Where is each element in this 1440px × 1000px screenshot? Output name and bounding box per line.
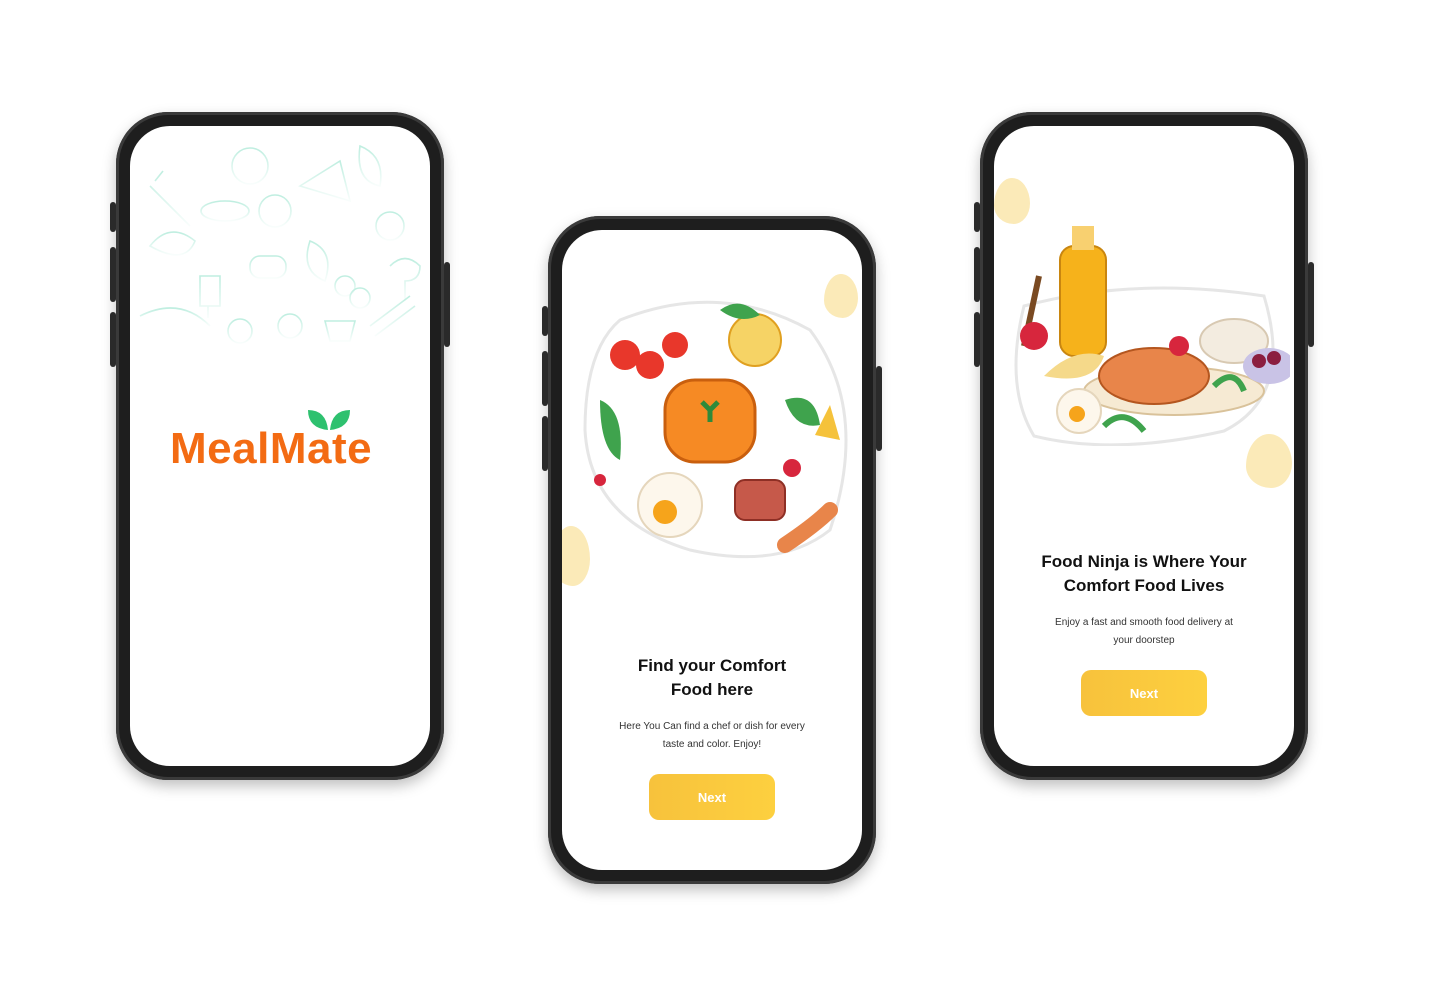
baguette-doodle-icon <box>139 307 211 327</box>
berry-icon <box>783 459 801 477</box>
food-illustration <box>583 300 848 559</box>
side-button <box>542 351 548 406</box>
next-button[interactable]: Next <box>649 774 775 820</box>
title-line: Comfort Food Lives <box>1063 576 1225 595</box>
side-button <box>974 247 980 302</box>
egg-yolk-icon <box>1069 406 1085 422</box>
next-button[interactable]: Next <box>1081 670 1207 716</box>
bottle-neck-icon <box>1072 226 1094 250</box>
side-button <box>110 312 116 367</box>
splash-screen: MealMate <box>130 126 430 766</box>
title-line: Find your Comfort <box>637 656 787 675</box>
side-button <box>110 202 116 232</box>
grape-doodle-icon <box>349 287 371 309</box>
patty-icon <box>1098 347 1210 405</box>
popsicle-doodle-icon <box>199 275 221 318</box>
onboarding-description: Enjoy a fast and smooth food delivery at… <box>994 614 1294 650</box>
phone-onboarding-2: Food Ninja is Where Your Comfort Food Li… <box>974 112 1314 780</box>
berry-icon <box>594 474 606 486</box>
desc-line: your doorstep <box>1113 635 1175 646</box>
apple-doodle-icon <box>231 147 269 185</box>
food-illustration <box>1014 226 1290 446</box>
berry-icon <box>1267 351 1281 365</box>
desc-line: taste and color. Enjoy! <box>662 739 762 750</box>
cookie-doodle-icon <box>375 211 405 241</box>
side-button <box>974 312 980 367</box>
onboarding-2-screen: Food Ninja is Where Your Comfort Food Li… <box>994 126 1294 766</box>
leaf-doodle-icon <box>358 144 382 187</box>
phone-splash: MealMate <box>110 112 450 780</box>
title-line: Food here <box>670 680 754 699</box>
carrot-doodle-icon <box>149 170 191 227</box>
onboarding-title: Find your Comfort Food here <box>562 654 862 702</box>
fish-doodle-icon <box>200 200 250 222</box>
egg-yolk-icon <box>653 500 677 524</box>
juice-bottle-icon <box>1059 245 1107 357</box>
onboarding-1-screen: Find your Comfort Food here Here You Can… <box>562 230 862 870</box>
phone-onboarding-1: Find your Comfort Food here Here You Can… <box>542 216 882 884</box>
pepper-doodle-icon <box>306 239 329 283</box>
radish-icon <box>1020 322 1048 350</box>
side-button <box>444 262 450 347</box>
leaf-icon <box>308 410 350 430</box>
cherry-tomato-icon <box>1169 336 1189 356</box>
cupcake-doodle-icon <box>323 320 357 342</box>
tomato-icon <box>636 351 664 379</box>
drumstick-doodle-icon <box>148 231 196 256</box>
pizza-doodle-icon <box>298 159 352 203</box>
tomato-doodle-icon <box>258 194 292 228</box>
app-logo: MealMate <box>170 410 400 484</box>
onboarding-description: Here You Can find a chef or dish for eve… <box>562 718 862 754</box>
broccoli-doodle-icon <box>389 257 421 301</box>
side-button <box>542 416 548 471</box>
burger-doodle-icon <box>249 255 287 279</box>
onion-doodle-icon <box>227 318 253 344</box>
tomato-icon <box>610 340 640 370</box>
side-button <box>876 366 882 451</box>
pineapple-icon <box>728 313 782 367</box>
side-button <box>974 202 980 232</box>
side-button <box>110 247 116 302</box>
desc-line: Enjoy a fast and smooth food delivery at <box>1055 617 1233 628</box>
onboarding-title: Food Ninja is Where Your Comfort Food Li… <box>994 550 1294 598</box>
side-button <box>542 306 548 336</box>
asparagus-doodle-icon <box>369 295 416 337</box>
title-line: Food Ninja is Where Your <box>1041 552 1247 571</box>
egg-doodle-icon <box>277 313 303 339</box>
berry-icon <box>1252 354 1266 368</box>
desc-line: Here You Can find a chef or dish for eve… <box>619 721 805 732</box>
meat-icon <box>734 479 786 521</box>
side-button <box>1308 262 1314 347</box>
tomato-icon <box>662 332 688 358</box>
food-doodle-pattern <box>139 144 421 344</box>
